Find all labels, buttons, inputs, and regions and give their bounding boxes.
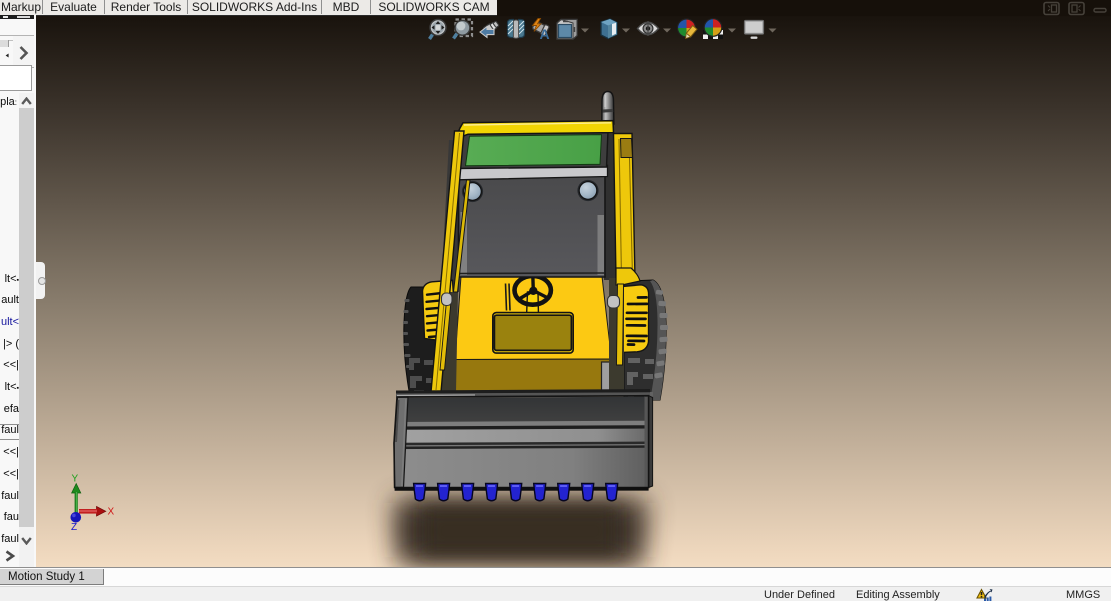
svg-text:X: X bbox=[108, 507, 115, 518]
svg-text:Y: Y bbox=[72, 474, 79, 485]
svg-text:A: A bbox=[540, 26, 550, 42]
svg-text:Z: Z bbox=[71, 522, 77, 533]
